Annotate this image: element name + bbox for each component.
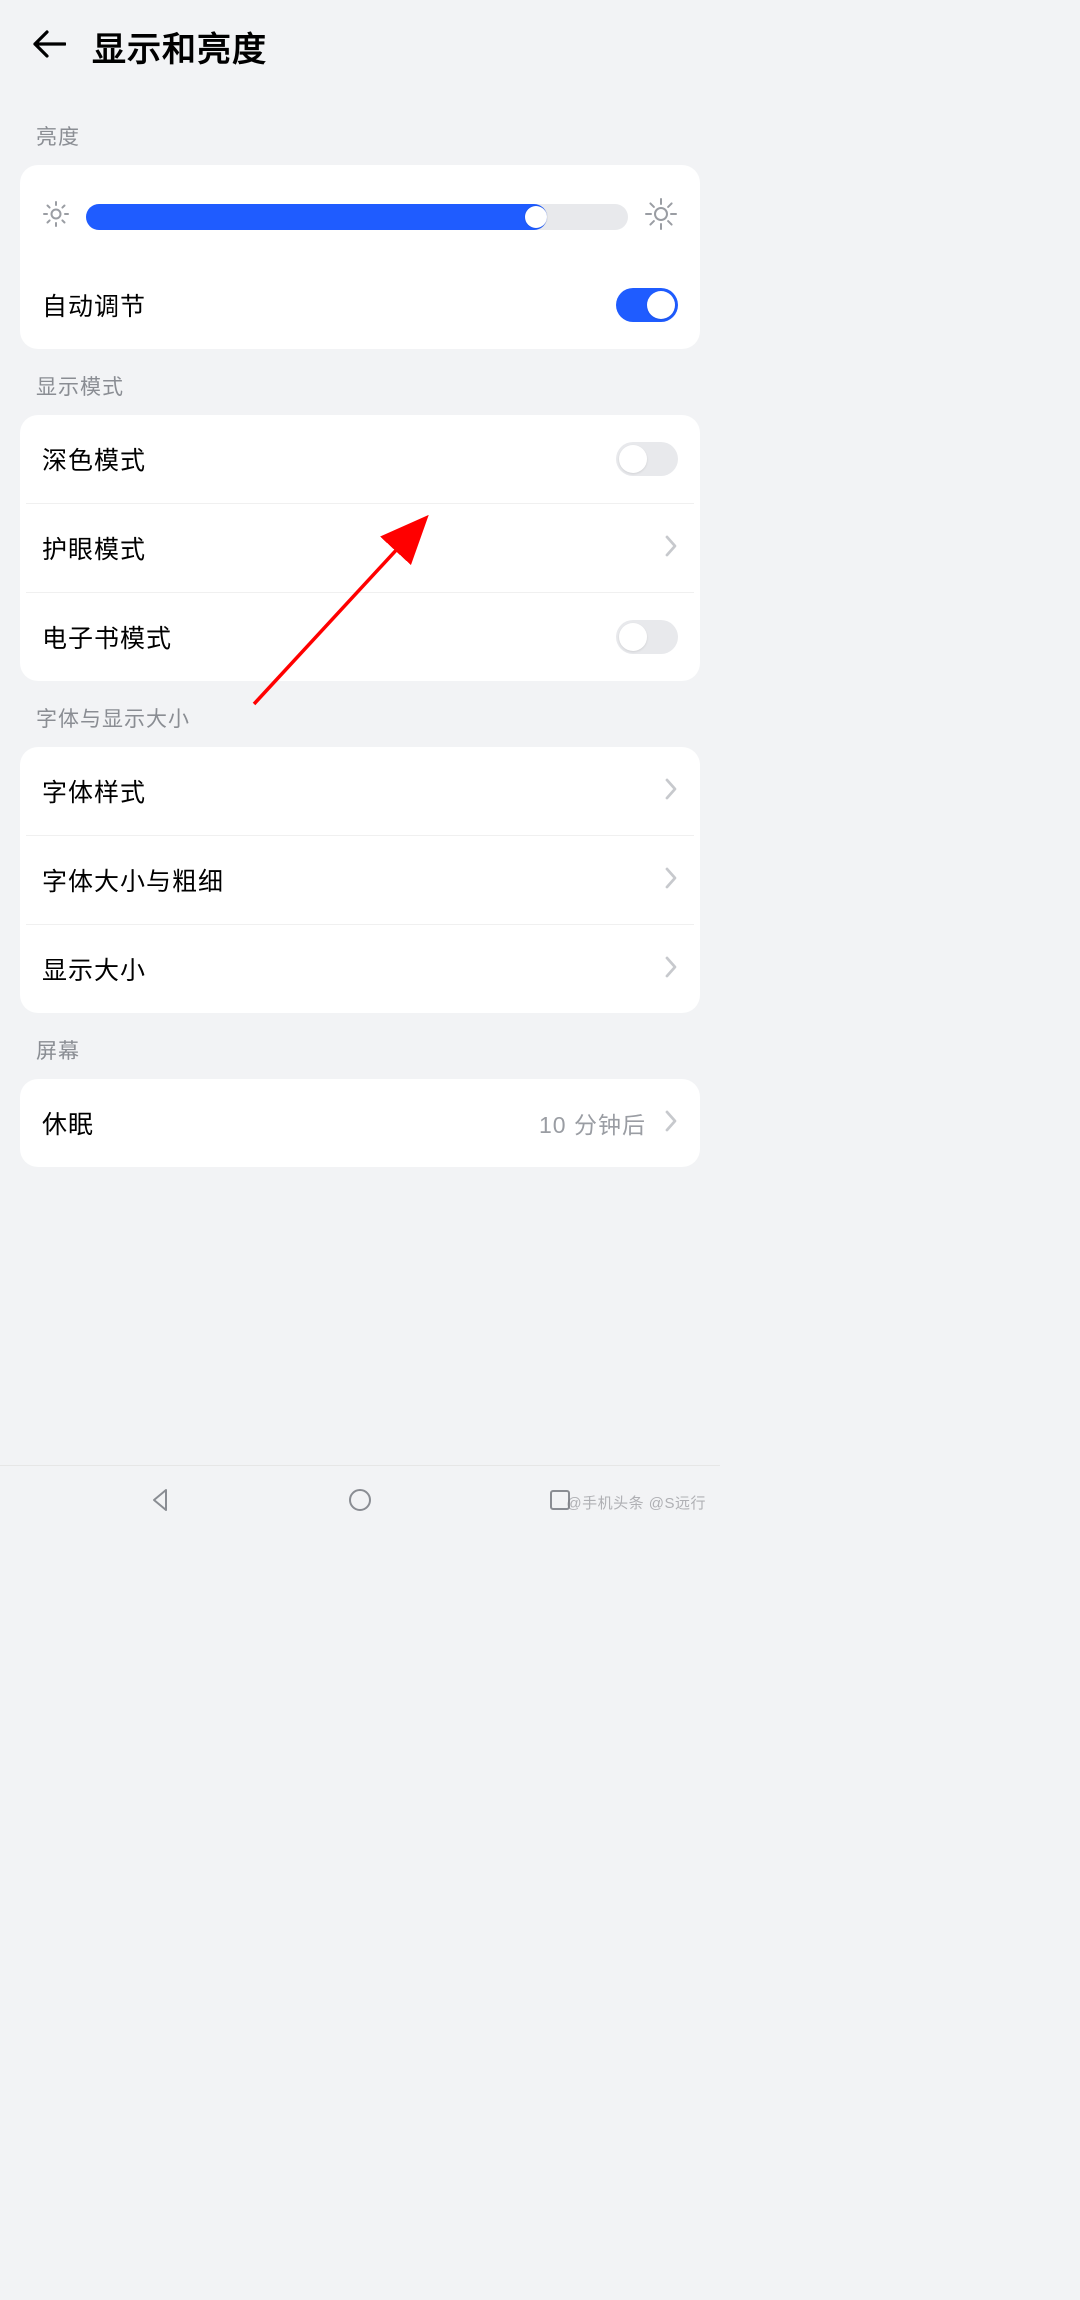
back-icon[interactable]: [32, 29, 66, 64]
brightness-slider-thumb[interactable]: [525, 206, 547, 228]
system-nav-bar: [0, 1465, 720, 1533]
brightness-high-icon: [644, 197, 678, 236]
brightness-low-icon: [42, 200, 70, 233]
page-title: 显示和亮度: [92, 22, 267, 71]
sleep-label: 休眠: [42, 1105, 94, 1141]
ebook-mode-row: 电子书模式: [26, 592, 694, 681]
chevron-right-icon: [664, 1109, 678, 1138]
display-size-label: 显示大小: [42, 951, 146, 987]
nav-home-button[interactable]: [320, 1476, 400, 1524]
dark-mode-toggle[interactable]: [616, 442, 678, 476]
chevron-right-icon: [664, 534, 678, 563]
screen-card: 休眠 10 分钟后: [20, 1079, 700, 1167]
brightness-slider[interactable]: [86, 204, 628, 230]
ebook-mode-toggle[interactable]: [616, 620, 678, 654]
chevron-right-icon: [664, 955, 678, 984]
auto-brightness-row: 自动调节: [20, 260, 700, 349]
section-label-display-mode: 显示模式: [0, 349, 720, 415]
chevron-right-icon: [664, 777, 678, 806]
section-label-brightness: 亮度: [0, 99, 720, 165]
sleep-row[interactable]: 休眠 10 分钟后: [20, 1079, 700, 1167]
nav-recent-button[interactable]: [520, 1476, 600, 1524]
ebook-mode-label: 电子书模式: [42, 619, 172, 655]
font-size-label: 字体大小与粗细: [42, 862, 224, 898]
auto-brightness-label: 自动调节: [42, 287, 146, 323]
header: 显示和亮度: [0, 0, 720, 99]
eye-comfort-label: 护眼模式: [42, 530, 146, 566]
brightness-slider-fill: [86, 204, 547, 230]
sleep-value: 10 分钟后: [539, 1106, 646, 1140]
display-mode-card: 深色模式 护眼模式 电子书模式: [20, 415, 700, 681]
font-card: 字体样式 字体大小与粗细 显示大小: [20, 747, 700, 1013]
dark-mode-row: 深色模式: [20, 415, 700, 503]
dark-mode-label: 深色模式: [42, 441, 146, 477]
brightness-card: 自动调节: [20, 165, 700, 349]
font-style-row[interactable]: 字体样式: [20, 747, 700, 835]
brightness-slider-row: [20, 165, 700, 260]
sleep-tail: 10 分钟后: [539, 1106, 678, 1140]
eye-comfort-tail: [664, 534, 678, 563]
auto-brightness-toggle[interactable]: [616, 288, 678, 322]
font-style-label: 字体样式: [42, 773, 146, 809]
chevron-right-icon: [664, 866, 678, 895]
section-label-screen: 屏幕: [0, 1013, 720, 1079]
display-size-row[interactable]: 显示大小: [26, 924, 694, 1013]
eye-comfort-row[interactable]: 护眼模式: [26, 503, 694, 592]
section-label-font: 字体与显示大小: [0, 681, 720, 747]
nav-back-button[interactable]: [120, 1476, 200, 1524]
font-size-row[interactable]: 字体大小与粗细: [26, 835, 694, 924]
